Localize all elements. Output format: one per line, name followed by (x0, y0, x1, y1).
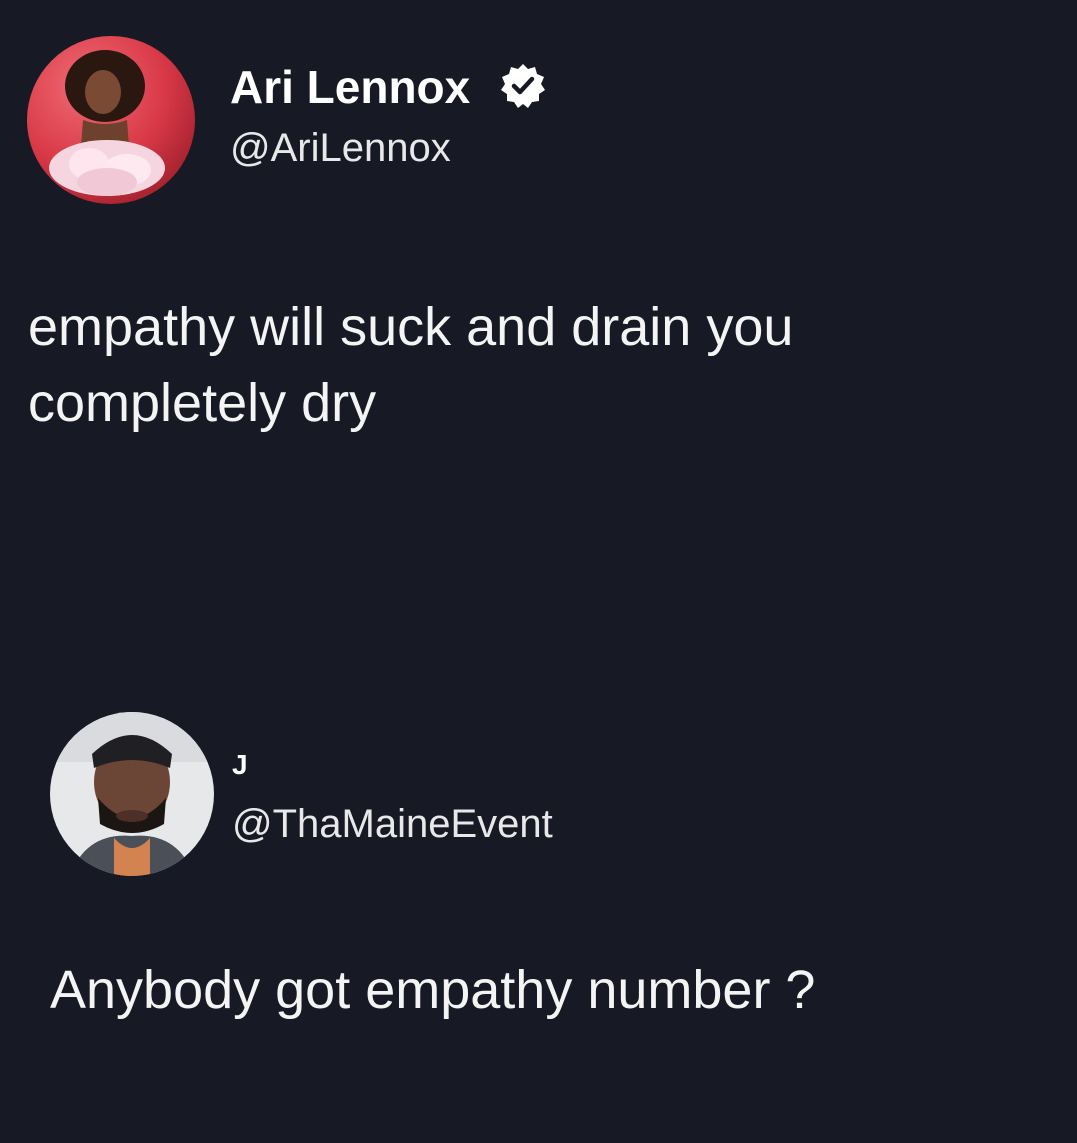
profile-photo-image (27, 36, 195, 204)
user-handle[interactable]: @AriLennox (230, 128, 451, 168)
display-name[interactable]: Ari Lennox (230, 64, 470, 110)
profile-photo-image (50, 712, 214, 876)
avatar[interactable] (27, 36, 195, 204)
avatar[interactable] (50, 712, 214, 876)
reply-text: Anybody got empathy number ? (50, 960, 816, 1020)
tweet-text: empathy will suck and drain you complete… (28, 297, 794, 433)
user-handle[interactable]: @ThaMaineEvent (232, 804, 553, 844)
display-name[interactable]: J (232, 751, 248, 779)
verified-badge-icon (501, 64, 545, 108)
